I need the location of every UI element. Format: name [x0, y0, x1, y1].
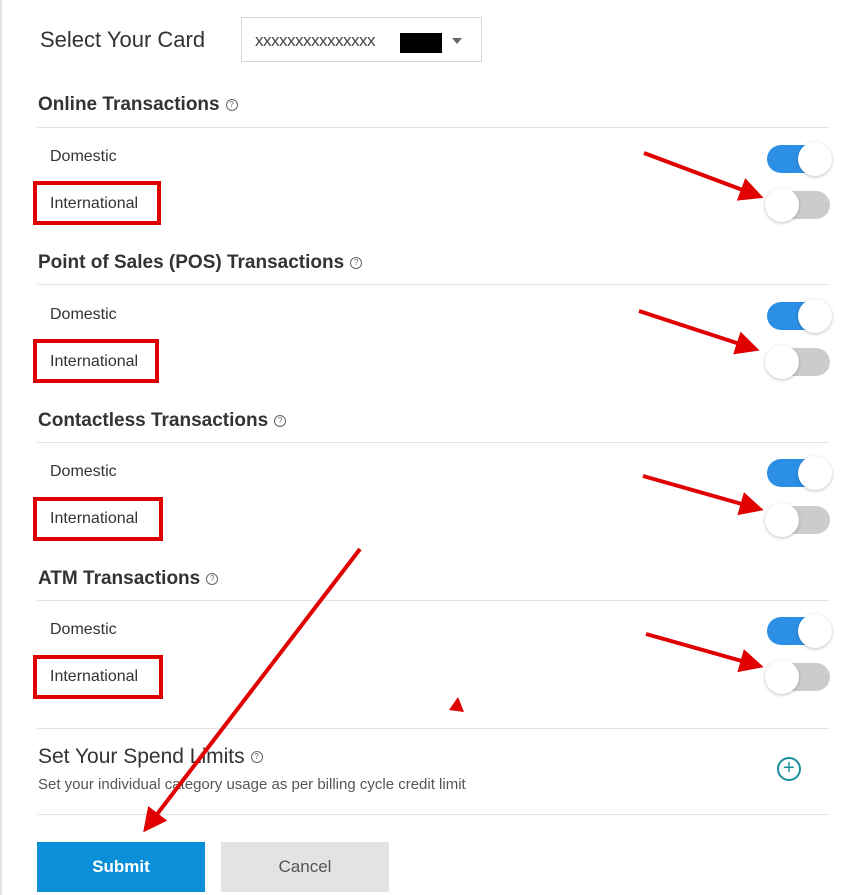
divider: [37, 600, 829, 601]
help-icon[interactable]: ?: [225, 98, 238, 111]
annotation-marker: [449, 697, 464, 712]
atm-domestic-label: Domestic: [50, 621, 117, 638]
cancel-button[interactable]: Cancel: [221, 842, 389, 892]
add-spend-limit-icon[interactable]: +: [777, 757, 801, 781]
help-icon[interactable]: ?: [350, 256, 363, 269]
section-title-contactless: Contactless Transactions?: [38, 410, 287, 432]
section-title-atm: ATM Transactions?: [38, 568, 219, 590]
toggle-knob: [798, 299, 832, 333]
annotation-arrow: [643, 151, 764, 201]
section-title-text: Online Transactions: [38, 94, 220, 115]
toggle-knob: [765, 660, 799, 694]
divider: [37, 127, 829, 128]
contactless-domestic-label: Domestic: [50, 463, 117, 480]
toggle-knob: [765, 188, 799, 222]
atm-international-toggle[interactable]: [765, 660, 830, 694]
divider: [37, 728, 829, 729]
chevron-down-icon: [452, 38, 462, 44]
section-title-text: ATM Transactions: [38, 568, 201, 589]
pos-domestic-toggle[interactable]: [767, 299, 832, 333]
spend-limits-subtitle: Set your individual category usage as pe…: [38, 776, 466, 793]
toggle-knob: [798, 456, 832, 490]
contactless-domestic-toggle[interactable]: [767, 456, 832, 490]
redaction-mask: [400, 33, 442, 53]
toggle-knob: [798, 142, 832, 176]
card-select-dropdown[interactable]: xxxxxxxxxxxxxxx: [241, 17, 482, 62]
help-icon[interactable]: ?: [250, 751, 263, 764]
divider: [37, 814, 829, 815]
toggle-knob: [765, 345, 799, 379]
spend-limits-title: Set Your Spend Limits?: [38, 745, 263, 769]
help-icon[interactable]: ?: [274, 414, 287, 427]
section-title-pos: Point of Sales (POS) Transactions?: [38, 252, 363, 274]
pos-domestic-label: Domestic: [50, 306, 117, 323]
pos-international-label: International: [50, 353, 139, 370]
toggle-knob: [798, 614, 832, 648]
section-title-text: Contactless Transactions: [38, 410, 269, 431]
submit-button[interactable]: Submit: [37, 842, 205, 892]
section-title-online: Online Transactions?: [38, 94, 238, 116]
online-domestic-label: Domestic: [50, 148, 117, 165]
annotation-arrow: [638, 309, 760, 355]
toggle-knob: [765, 503, 799, 537]
divider: [37, 442, 829, 443]
atm-domestic-toggle[interactable]: [767, 614, 832, 648]
select-card-label: Select Your Card: [40, 27, 206, 52]
online-domestic-toggle[interactable]: [767, 142, 832, 176]
section-title-text: Point of Sales (POS) Transactions: [38, 252, 345, 273]
divider: [37, 284, 829, 285]
spend-limits-title-text: Set Your Spend Limits: [38, 745, 245, 768]
card-number-value: xxxxxxxxxxxxxxx: [255, 31, 376, 50]
online-international-toggle[interactable]: [765, 188, 830, 222]
online-international-label: International: [50, 195, 139, 212]
annotation-arrow: [642, 474, 764, 516]
contactless-international-label: International: [50, 510, 139, 527]
contactless-international-toggle[interactable]: [765, 503, 830, 537]
atm-international-label: International: [50, 668, 139, 685]
left-border: [0, 0, 2, 895]
help-icon[interactable]: ?: [206, 572, 219, 585]
annotation-arrow: [645, 632, 764, 673]
pos-international-toggle[interactable]: [765, 345, 830, 379]
